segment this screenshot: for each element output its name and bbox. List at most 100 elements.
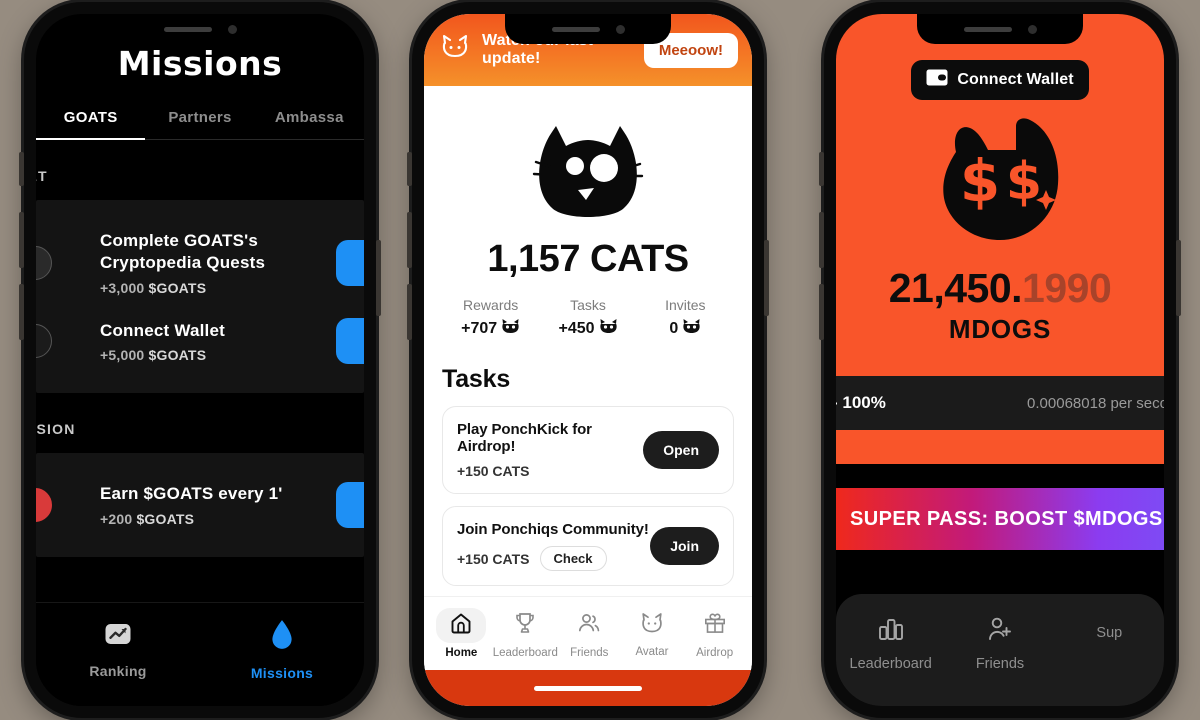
- phone2-notch: [505, 14, 671, 44]
- mission-go-button[interactable]: [336, 239, 364, 286]
- mission-reward: +3,000 $GOATS: [100, 280, 364, 296]
- nav-item-friends[interactable]: Friends: [558, 608, 621, 659]
- phone2-power-button[interactable]: [764, 240, 769, 316]
- mining-stat-bar: - 100% 0.00068018 per seco: [836, 376, 1164, 430]
- amount-decimals: 1990: [1022, 265, 1112, 311]
- mdogs-unit: MDOGS: [948, 314, 1052, 344]
- mission-row[interactable]: Earn $GOATS every 1' +200 $GOATS: [36, 471, 364, 539]
- nav-item-support[interactable]: Sup: [1055, 616, 1164, 641]
- front-camera-icon: [615, 24, 625, 34]
- section-heading-wallet: LLET: [36, 168, 48, 184]
- gift-icon: [690, 608, 740, 643]
- nav-label: Friends: [570, 647, 609, 659]
- stat-value: 0: [637, 318, 734, 339]
- mission-card-wallet: Complete GOATS's Cryptopedia Quests +3,0…: [36, 200, 364, 394]
- nav-item-ranking[interactable]: Ranking: [36, 619, 200, 679]
- cat-head-icon: [442, 112, 734, 224]
- cat-token-icon: [599, 318, 618, 339]
- task-check-button[interactable]: Check: [539, 546, 607, 571]
- nav-label: Avatar: [635, 646, 669, 658]
- connect-wallet-button[interactable]: Connect Wallet: [911, 60, 1089, 100]
- tab-ambassador[interactable]: Ambassa: [255, 105, 364, 139]
- nav-icon-wrap: [683, 608, 746, 643]
- task-sub: +150 CATS: [457, 463, 643, 479]
- nav-item-avatar[interactable]: Avatar: [621, 609, 684, 658]
- stat-number: +707: [461, 319, 498, 337]
- mission-reward-amount: +5,000: [100, 347, 149, 364]
- people-icon: [564, 608, 614, 643]
- phone2-volume-down-button[interactable]: [407, 284, 412, 340]
- phone1-power-button[interactable]: [376, 240, 381, 316]
- cat-token-icon: [501, 318, 520, 339]
- nav-label: Friends: [975, 656, 1025, 672]
- tab-goats[interactable]: GOATS: [36, 105, 145, 139]
- phone2-mute-button[interactable]: [407, 152, 412, 186]
- mission-avatar-icon: [36, 324, 52, 359]
- home-indicator: [424, 670, 752, 706]
- mission-go-button[interactable]: [336, 318, 364, 365]
- trophy-icon: [500, 608, 550, 643]
- task-title: Join Ponchiqs Community!: [457, 521, 649, 538]
- mission-reward: +200 $GOATS: [100, 511, 364, 527]
- phone-goats: Missions GOATS Partners Ambassa LLET Com…: [19, 2, 381, 718]
- phone2-volume-up-button[interactable]: [407, 212, 412, 268]
- super-pass-banner[interactable]: SUPER PASS: BOOST $MDOGS: [836, 488, 1164, 550]
- nav-item-friends[interactable]: Friends: [945, 616, 1054, 672]
- phone2-screen: Watch our last update! Meeoow! 1,157: [424, 14, 752, 706]
- phone3-power-button[interactable]: [1176, 240, 1181, 316]
- nav-item-airdrop[interactable]: Airdrop: [683, 608, 746, 659]
- mission-row[interactable]: Complete GOATS's Cryptopedia Quests +3,0…: [36, 218, 364, 308]
- home-icon: [436, 608, 487, 643]
- nav-icon-wrap: [493, 608, 558, 643]
- phone3-notch: [917, 14, 1083, 44]
- stat-value: +707: [442, 318, 539, 339]
- front-camera-icon: [227, 24, 237, 34]
- wallet-icon: [926, 69, 948, 91]
- stat-label: Tasks: [570, 297, 606, 313]
- mission-reward-token: $GOATS: [148, 279, 207, 296]
- phone-cats: Watch our last update! Meeoow! 1,157: [407, 2, 769, 718]
- stat-invites: Invites 0: [637, 297, 734, 339]
- phone2-content: 1,157 CATS Rewards +707 Tasks +450 Invit…: [424, 86, 752, 616]
- three-phone-mockup-scene: Missions GOATS Partners Ambassa LLET Com…: [0, 0, 1200, 720]
- balance-amount: 1,157 CATS: [487, 238, 689, 280]
- task-open-button[interactable]: Open: [643, 431, 719, 469]
- nav-item-leaderboard[interactable]: Leaderboard: [836, 616, 945, 672]
- task-join-button[interactable]: Join: [650, 527, 719, 565]
- phone1-bottom-nav: Ranking Missions: [36, 602, 364, 706]
- phone1-mute-button[interactable]: [19, 152, 24, 186]
- mission-reward-amount: +3,000: [100, 279, 149, 296]
- phone2-bottom-nav: Home Leaderboard Friends Avatar Airdrop: [424, 596, 752, 670]
- mining-rate: 0.00068018 per seco: [1027, 394, 1164, 412]
- svg-text:$: $: [1005, 152, 1041, 212]
- task-sub: +150 CATS Check: [457, 546, 650, 571]
- nav-item-home[interactable]: Home: [430, 608, 493, 659]
- tab-partners[interactable]: Partners: [145, 105, 254, 139]
- mission-row[interactable]: Connect Wallet +5,000 $GOATS: [36, 308, 364, 376]
- speaker-grille-icon: [163, 26, 212, 32]
- nav-label: Missions: [250, 665, 314, 681]
- phone3-volume-up-button[interactable]: [819, 212, 824, 268]
- bar-chart-icon: [877, 619, 905, 646]
- phone3-screen: Connect Wallet $ $ 21,450.1990 MDOGS - 1…: [836, 14, 1164, 706]
- nav-icon-wrap: [621, 609, 684, 642]
- nav-item-leaderboard[interactable]: Leaderboard: [493, 608, 558, 659]
- level-percent: - 100%: [836, 393, 886, 412]
- mission-go-button[interactable]: [336, 482, 364, 529]
- front-camera-icon: [1027, 24, 1037, 34]
- phone1-notch: [117, 14, 283, 44]
- home-indicator-bar[interactable]: [534, 685, 642, 691]
- mission-card-recurring: Earn $GOATS every 1' +200 $GOATS: [36, 453, 364, 557]
- stat-label: Rewards: [463, 297, 519, 313]
- flame-drop-icon: [269, 620, 295, 655]
- phone1-volume-down-button[interactable]: [19, 284, 24, 340]
- speaker-grille-icon: [551, 26, 600, 32]
- phone3-volume-down-button[interactable]: [819, 284, 824, 340]
- amount-whole: 21,450.: [888, 265, 1023, 311]
- nav-item-missions[interactable]: Missions: [200, 619, 364, 681]
- speaker-grille-icon: [963, 26, 1012, 32]
- task-reward: +150 CATS: [457, 550, 530, 567]
- mdogs-amount: 21,450.1990: [889, 265, 1112, 312]
- phone1-volume-up-button[interactable]: [19, 212, 24, 268]
- phone3-mute-button[interactable]: [819, 152, 824, 186]
